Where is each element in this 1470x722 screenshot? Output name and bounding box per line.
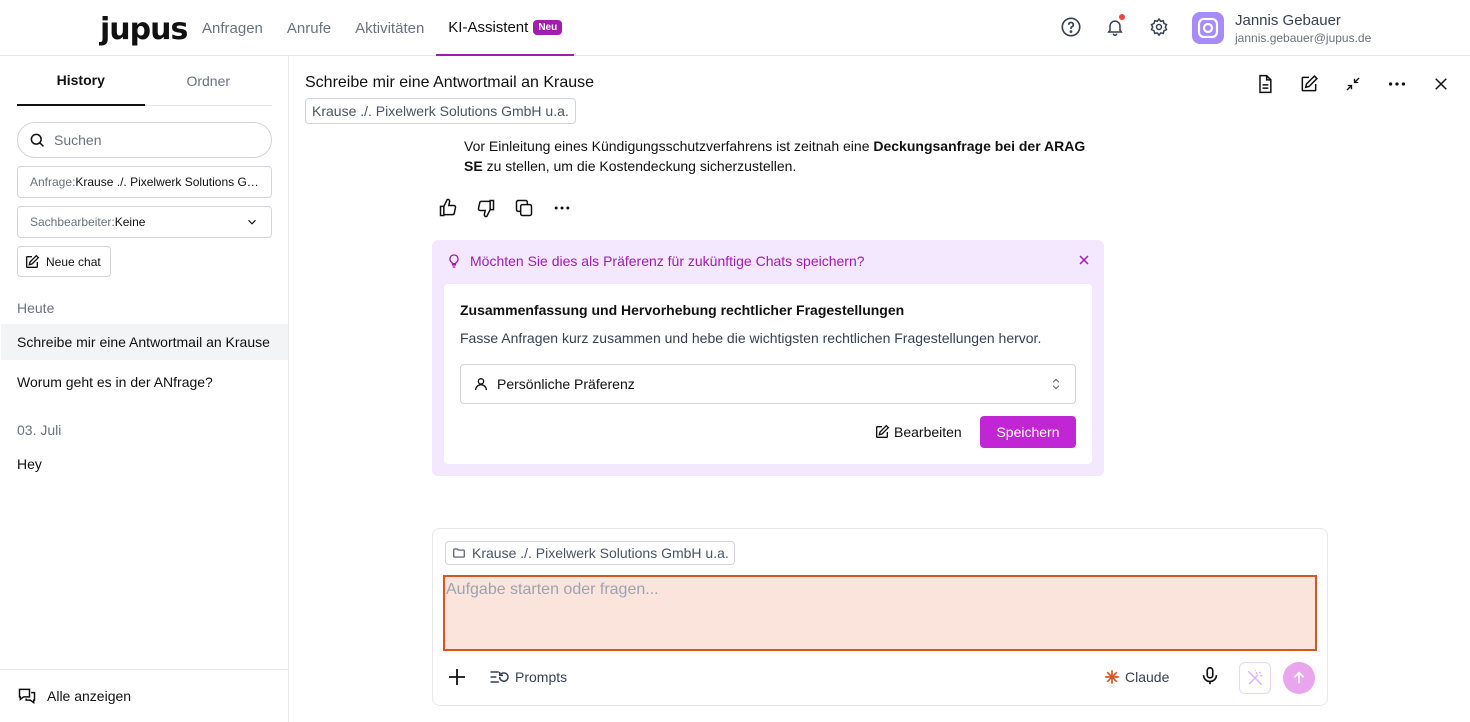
- prompts-button[interactable]: Prompts: [487, 665, 567, 689]
- chevron-up-down-icon: [1052, 378, 1060, 390]
- new-badge: Neu: [533, 19, 563, 35]
- filter-anfrage-value: Krause ./. Pixelwerk Solutions GmbH u.a.: [75, 175, 259, 189]
- edit-icon[interactable]: [1294, 70, 1324, 98]
- preference-question: Möchten Sie dies als Präferenz für zukün…: [446, 252, 865, 270]
- save-preference-button[interactable]: Speichern: [980, 416, 1076, 448]
- new-chat-button[interactable]: Neue chat: [17, 246, 111, 277]
- close-icon[interactable]: [1426, 70, 1456, 98]
- more-icon[interactable]: [1382, 70, 1412, 98]
- prompts-label: Prompts: [515, 669, 568, 685]
- top-icons: [1058, 14, 1172, 40]
- message-text: Vor Einleitung eines Kündigungsschutzver…: [464, 138, 874, 154]
- magic-wand-icon[interactable]: [1239, 662, 1271, 694]
- show-all-button[interactable]: Alle anzeigen: [0, 669, 288, 722]
- filter-sachbearbeiter-label: Sachbearbeiter:: [30, 215, 115, 229]
- folder-icon: [453, 548, 465, 558]
- edit-preference-button[interactable]: Bearbeiten: [874, 416, 962, 448]
- history-item[interactable]: Schreibe mir eine Antwortmail an Krause: [1, 324, 288, 360]
- main-nav: Anfragen Anrufe Aktivitäten KI-Assistent…: [190, 0, 575, 56]
- edit-icon: [26, 254, 40, 268]
- search-box: [17, 122, 272, 158]
- preference-scope-select[interactable]: Persönliche Präferenz: [460, 364, 1076, 404]
- chat-header-actions: [1250, 70, 1456, 98]
- filter-anfrage[interactable]: Anfrage: Krause ./. Pixelwerk Solutions …: [17, 166, 272, 198]
- document-icon[interactable]: [1250, 70, 1280, 98]
- notification-dot: [1119, 14, 1125, 20]
- nav-ki-assistent-label: KI-Assistent: [448, 18, 529, 36]
- chevron-down-icon: [248, 219, 256, 225]
- arrow-up-icon: [1293, 671, 1305, 684]
- history-item[interactable]: Hey: [1, 446, 288, 482]
- composer-case-label: Krause ./. Pixelwerk Solutions GmbH u.a.: [472, 545, 729, 561]
- copy-icon[interactable]: [512, 196, 536, 220]
- close-icon[interactable]: [1076, 252, 1092, 268]
- case-chip[interactable]: Krause ./. Pixelwerk Solutions GmbH u.a.: [305, 98, 576, 124]
- collapse-icon[interactable]: [1338, 70, 1368, 98]
- assistant-message: Vor Einleitung eines Kündigungsschutzver…: [464, 136, 1094, 176]
- nav-anfragen[interactable]: Anfragen: [190, 0, 275, 56]
- user-name[interactable]: Jannis Gebauer: [1235, 12, 1341, 29]
- filter-anfrage-label: Anfrage:: [30, 175, 76, 189]
- microphone-icon[interactable]: [1199, 665, 1223, 689]
- sidebar: History Ordner Anfrage: Krause ./. Pixel…: [0, 56, 289, 722]
- model-selector[interactable]: Claude: [1103, 665, 1169, 689]
- lightbulb-icon: [449, 254, 459, 268]
- preference-question-text: Möchten Sie dies als Präferenz für zukün…: [470, 253, 865, 269]
- tab-ordner[interactable]: Ordner: [145, 56, 273, 106]
- nav-aktivitaeten[interactable]: Aktivitäten: [343, 0, 436, 56]
- jupus-logo[interactable]: jupus: [100, 12, 188, 47]
- chat-bubbles-icon: [18, 688, 36, 705]
- top-bar: jupus Anfragen Anrufe Aktivitäten KI-Ass…: [0, 0, 1470, 56]
- composer: Krause ./. Pixelwerk Solutions GmbH u.a.…: [432, 528, 1328, 706]
- search-input[interactable]: [54, 132, 254, 148]
- filter-sachbearbeiter[interactable]: Sachbearbeiter: Keine: [17, 206, 272, 238]
- preference-title: Zusammenfassung und Hervorhebung rechtli…: [460, 302, 905, 318]
- preference-card: Zusammenfassung und Hervorhebung rechtli…: [444, 284, 1092, 464]
- user-icon: [475, 378, 487, 391]
- filter-sachbearbeiter-value: Keine: [114, 215, 146, 229]
- message-actions: [436, 196, 574, 220]
- prompts-icon: [490, 671, 509, 683]
- avatar[interactable]: [1192, 12, 1224, 44]
- help-icon[interactable]: [1058, 14, 1084, 40]
- user-email: jannis.gebauer@jupus.de: [1235, 31, 1372, 45]
- message-input[interactable]: [443, 575, 1317, 651]
- sidebar-tabs: History Ordner: [17, 56, 272, 106]
- send-button[interactable]: [1283, 662, 1315, 694]
- edit-icon: [876, 424, 890, 438]
- nav-anrufe[interactable]: Anrufe: [275, 0, 343, 56]
- claude-icon: [1105, 670, 1119, 684]
- more-icon[interactable]: [550, 196, 574, 220]
- preference-suggestion: Möchten Sie dies als Präferenz für zukün…: [432, 240, 1104, 476]
- new-chat-label: Neue chat: [46, 254, 101, 269]
- group-label-date: 03. Juli: [17, 422, 62, 438]
- tab-history[interactable]: History: [17, 56, 145, 106]
- nav-ki-assistent[interactable]: KI-Assistent Neu: [436, 0, 575, 56]
- message-text-end: zu stellen, um die Kostendeckung sicherz…: [482, 158, 797, 174]
- bell-icon[interactable]: [1102, 14, 1128, 40]
- history-item[interactable]: Worum geht es in der ANfrage?: [1, 364, 288, 400]
- chat-title: Schreibe mir eine Antwortmail an Krause: [305, 74, 595, 91]
- show-all-label: Alle anzeigen: [47, 688, 132, 704]
- search-icon: [30, 133, 44, 147]
- thumbs-down-icon[interactable]: [474, 196, 498, 220]
- model-label: Claude: [1125, 669, 1170, 685]
- edit-label: Bearbeiten: [894, 424, 962, 440]
- group-label-heute: Heute: [17, 300, 55, 316]
- composer-toolbar: Prompts Claude: [433, 661, 1327, 695]
- composer-case-chip[interactable]: Krause ./. Pixelwerk Solutions GmbH u.a.: [445, 541, 735, 565]
- thumbs-up-icon[interactable]: [436, 196, 460, 220]
- preference-description: Fasse Anfragen kurz zusammen und hebe di…: [460, 330, 1042, 346]
- preference-scope-value: Persönliche Präferenz: [497, 376, 635, 392]
- plus-icon[interactable]: [445, 665, 469, 689]
- settings-icon[interactable]: [1146, 14, 1172, 40]
